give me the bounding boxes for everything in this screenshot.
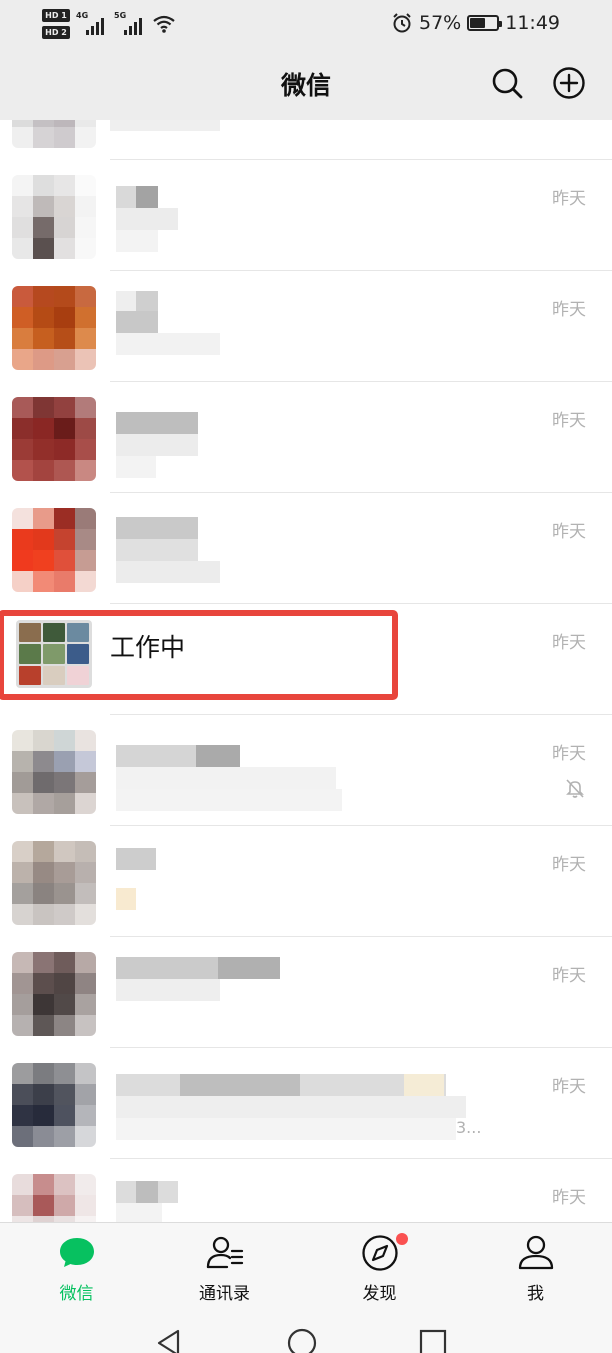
tab-contacts[interactable]: 通讯录 <box>148 1223 301 1311</box>
search-icon[interactable] <box>490 66 524 100</box>
person-icon <box>518 1235 553 1270</box>
clock-time: 11:49 <box>505 12 560 34</box>
chat-item[interactable]: 昨天 <box>0 271 612 382</box>
signal-icon-1: 4G <box>76 11 108 37</box>
avatar <box>12 952 96 1036</box>
chat-item[interactable]: 昨天 <box>0 715 612 826</box>
tab-discover[interactable]: 发现 <box>303 1223 456 1311</box>
chat-item[interactable]: 昨天 <box>0 1159 612 1222</box>
contacts-icon <box>206 1236 243 1269</box>
back-triangle-icon[interactable] <box>154 1328 184 1353</box>
avatar <box>12 120 96 148</box>
hd1-badge: HD 1 <box>42 9 70 22</box>
highlight-box <box>0 610 398 700</box>
compass-icon <box>361 1235 398 1271</box>
battery-percent: 57% <box>419 12 462 34</box>
alarm-icon <box>393 13 411 33</box>
title-bar: 微信 <box>0 48 612 120</box>
chat-time: 昨天 <box>552 1077 586 1097</box>
tab-me-label: 我 <box>527 1284 544 1304</box>
chat-item[interactable]: 昨天 <box>0 160 612 271</box>
chat-time: 昨天 <box>552 744 586 764</box>
chat-time: 昨天 <box>552 855 586 875</box>
chat-list[interactable]: 昨天 昨天 昨天 昨天 工作中 昨天 昨天 昨天 昨天 3... 昨天 昨天 <box>0 120 612 1222</box>
notification-badge <box>396 1233 408 1245</box>
avatar <box>12 508 96 592</box>
chat-time: 昨天 <box>552 966 586 986</box>
network-indicators: HD 1 HD 2 4G 5G <box>42 6 176 42</box>
hd2-badge: HD 2 <box>42 26 70 39</box>
avatar <box>12 1063 96 1147</box>
chat-item[interactable]: 昨天 <box>0 493 612 604</box>
chat-preview-tail: 3... <box>456 1118 482 1137</box>
recents-square-icon[interactable] <box>418 1328 448 1353</box>
wifi-icon <box>153 15 175 33</box>
mute-bell-icon <box>566 779 584 798</box>
chat-item[interactable]: 昨天 <box>0 382 612 493</box>
avatar <box>12 175 96 259</box>
battery-icon <box>467 15 503 31</box>
chat-bubble-icon <box>59 1238 94 1267</box>
chat-item[interactable]: 昨天 <box>0 937 612 1048</box>
chat-time: 昨天 <box>552 189 586 209</box>
bottom-nav: 微信 通讯录 发现 我 <box>0 1222 612 1310</box>
chat-time: 昨天 <box>552 633 586 653</box>
avatar <box>12 841 96 925</box>
home-circle-icon[interactable] <box>287 1328 317 1353</box>
signal-icon-2: 5G <box>114 11 146 37</box>
avatar <box>12 286 96 370</box>
avatar <box>12 730 96 814</box>
tab-chats[interactable]: 微信 <box>0 1223 153 1311</box>
avatar <box>12 397 96 481</box>
chat-item[interactable]: 3... 昨天 <box>0 1048 612 1159</box>
tab-discover-label: 发现 <box>362 1284 397 1304</box>
tab-contacts-label: 通讯录 <box>199 1284 250 1304</box>
chat-time: 昨天 <box>552 522 586 542</box>
status-bar: HD 1 HD 2 4G 5G 57% 11:49 <box>0 0 612 48</box>
plus-circle-icon[interactable] <box>552 66 586 100</box>
system-nav-bar <box>0 1310 612 1353</box>
chat-time: 昨天 <box>552 1188 586 1208</box>
tab-chats-label: 微信 <box>59 1284 94 1304</box>
status-right: 57% 11:49 <box>391 9 560 37</box>
chat-time: 昨天 <box>552 411 586 431</box>
chat-time: 昨天 <box>552 300 586 320</box>
avatar <box>12 1174 96 1222</box>
chat-item[interactable] <box>0 120 612 160</box>
chat-item[interactable]: 昨天 <box>0 826 612 937</box>
tab-me[interactable]: 我 <box>459 1223 612 1311</box>
